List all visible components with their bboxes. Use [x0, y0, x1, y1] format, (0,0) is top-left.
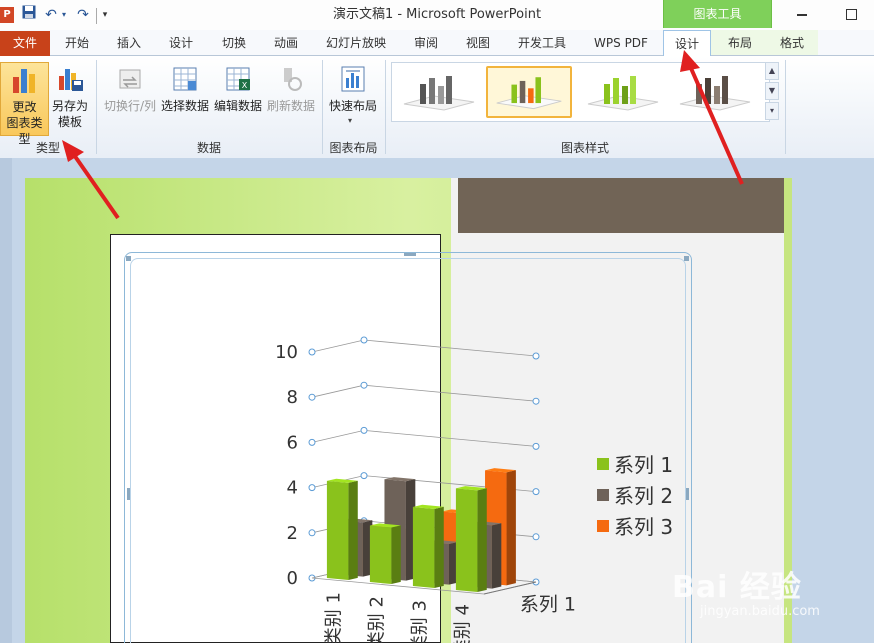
arrowhead [680, 50, 700, 72]
annotation-arrows [62, 50, 744, 220]
arrow-to-design-tab [688, 65, 744, 185]
arrowhead [62, 140, 84, 162]
arrow-to-change-type [70, 150, 120, 220]
